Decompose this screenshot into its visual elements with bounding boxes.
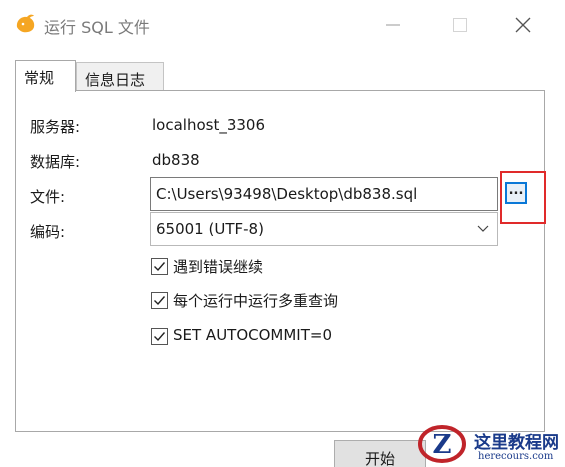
continue-on-error-label: 遇到错误继续: [173, 258, 264, 276]
close-icon: [515, 17, 531, 33]
general-panel: [15, 90, 545, 432]
encoding-value: 65001 (UTF-8): [156, 220, 264, 238]
autocommit-label: SET AUTOCOMMIT=0: [173, 326, 333, 344]
autocommit-checkbox[interactable]: [151, 328, 168, 345]
server-value: localhost_3306: [152, 116, 266, 134]
watermark-logo-icon: Z: [418, 425, 466, 463]
watermark-text: 这里教程网: [474, 433, 559, 453]
tab-general[interactable]: 常规: [15, 60, 76, 92]
multiple-queries-label: 每个运行中运行多重查询: [173, 292, 339, 310]
site-watermark: Z 这里教程网 herecours.com: [412, 420, 565, 467]
minimize-icon: [386, 24, 400, 26]
title-bar: 运行 SQL 文件: [0, 0, 565, 52]
database-value: db838: [152, 151, 200, 169]
multiple-queries-checkbox[interactable]: [151, 292, 168, 309]
file-label: 文件:: [30, 188, 66, 206]
tab-message-log[interactable]: 信息日志: [76, 62, 164, 91]
close-button[interactable]: [500, 8, 546, 42]
browse-button[interactable]: ...: [505, 182, 527, 204]
encoding-label: 编码:: [30, 223, 66, 241]
minimize-button[interactable]: [370, 8, 416, 42]
svg-text:Z: Z: [433, 430, 452, 460]
window-title: 运行 SQL 文件: [44, 18, 150, 37]
chevron-down-icon: [477, 225, 489, 232]
continue-on-error-checkbox[interactable]: [151, 258, 168, 275]
dolphin-icon: [16, 14, 35, 33]
maximize-button[interactable]: [437, 8, 483, 42]
checkmark-icon: [154, 296, 166, 306]
checkmark-icon: [154, 262, 166, 272]
database-label: 数据库:: [30, 153, 81, 171]
encoding-select[interactable]: 65001 (UTF-8): [150, 212, 498, 246]
watermark-url: herecours.com: [478, 451, 554, 462]
file-path-input[interactable]: C:\Users\93498\Desktop\db838.sql: [150, 177, 498, 211]
maximize-icon: [453, 18, 467, 32]
checkmark-icon: [154, 332, 166, 342]
server-label: 服务器:: [30, 118, 81, 136]
